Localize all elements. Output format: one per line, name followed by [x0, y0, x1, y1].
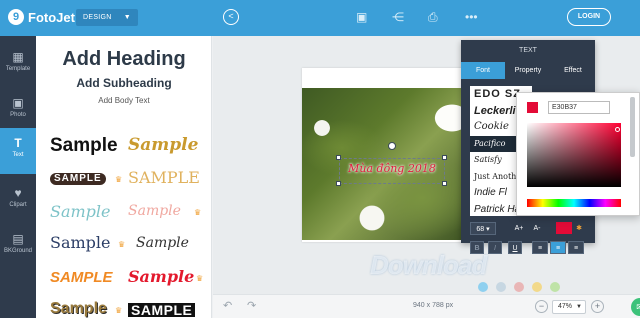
more-icon[interactable]: •••: [465, 10, 478, 24]
tab-effect[interactable]: Effect: [551, 62, 595, 79]
bold-button[interactable]: B: [470, 241, 484, 254]
sidebar-item-background[interactable]: ▤ BKGround: [0, 224, 36, 270]
save-icon[interactable]: ▣: [356, 10, 367, 24]
logo-mark-icon: 9: [8, 9, 24, 25]
top-bar: 9 FotoJet DESIGN ▼ < ▣ ⋲ ⎙ ••• LOGIN: [0, 0, 640, 36]
sample-style-6[interactable]: Sample: [128, 204, 181, 218]
sample-style-7[interactable]: Sample: [50, 235, 111, 251]
align-left-icon[interactable]: ≡: [532, 241, 548, 254]
undo-icon[interactable]: ↶: [223, 299, 232, 312]
resize-handle[interactable]: [442, 181, 447, 186]
back-arrow-icon[interactable]: <: [223, 9, 239, 25]
chevron-down-icon: ▼: [576, 304, 582, 310]
fotojet-logo[interactable]: 9 FotoJet: [8, 9, 75, 25]
template-icon: ▦: [12, 50, 24, 64]
panel-scrollbar[interactable]: [630, 97, 635, 157]
left-sidebar: ▦ Template ▣ Photo T Text ♥ Clipart ▤ BK…: [0, 36, 36, 318]
premium-crown-icon: ♛: [118, 240, 126, 249]
sample-style-2[interactable]: Sample: [128, 137, 198, 154]
design-dropdown[interactable]: DESIGN ▼: [76, 9, 138, 26]
font-size-select[interactable]: 68 ▾: [470, 222, 496, 235]
help-chat-icon[interactable]: ✉: [631, 298, 640, 316]
watermark-dot: [496, 282, 506, 292]
saturation-cursor[interactable]: [615, 127, 620, 132]
redo-icon[interactable]: ↷: [247, 299, 256, 312]
resize-handle[interactable]: [336, 155, 341, 160]
zoom-value: 47%: [558, 303, 573, 310]
saturation-field[interactable]: [527, 123, 621, 187]
sample-style-1[interactable]: Sample: [50, 136, 118, 155]
add-body-text[interactable]: Add Body Text: [36, 96, 211, 105]
watermark-dot: [478, 282, 488, 292]
sidebar-item-label: Text: [12, 152, 24, 158]
download-watermark: Download: [370, 250, 487, 280]
background-icon: ▤: [12, 232, 24, 246]
color-picker: E30B37: [516, 92, 640, 216]
watermark-dot: [514, 282, 524, 292]
clipart-icon: ♥: [14, 186, 22, 200]
italic-button[interactable]: I: [488, 241, 502, 254]
resize-handle[interactable]: [336, 181, 341, 186]
palette-icon[interactable]: ✱: [574, 222, 584, 235]
zoom-in-icon[interactable]: +: [591, 300, 604, 313]
align-center-icon[interactable]: ≡: [550, 241, 566, 254]
premium-crown-icon: ♛: [196, 274, 204, 283]
sample-style-10[interactable]: Sample: [128, 269, 194, 285]
sample-style-11[interactable]: Sample: [50, 301, 107, 317]
text-panel: Add Heading Add Subheading Add Body Text…: [36, 36, 212, 318]
sidebar-item-text[interactable]: T Text: [0, 128, 36, 174]
font-size-value: 68: [476, 226, 485, 233]
current-color-swatch: [527, 102, 538, 113]
sample-style-4[interactable]: SAMPLE: [128, 170, 200, 186]
logo-text: FotoJet: [28, 9, 75, 25]
underline-button[interactable]: U: [508, 241, 522, 254]
sidebar-item-template[interactable]: ▦ Template: [0, 42, 36, 88]
sidebar-item-label: BKGround: [3, 248, 33, 254]
premium-crown-icon: ♛: [115, 306, 123, 315]
align-right-icon[interactable]: ≡: [568, 241, 584, 254]
premium-crown-icon: ♛: [194, 208, 202, 217]
hue-slider[interactable]: [527, 199, 621, 207]
photo-icon: ▣: [12, 96, 24, 110]
canvas-dimensions: 940 x 788 px: [413, 302, 454, 309]
print-icon[interactable]: ⎙: [428, 10, 438, 24]
sidebar-item-label: Template: [5, 66, 31, 72]
add-subheading[interactable]: Add Subheading: [36, 76, 211, 90]
sidebar-item-label: Photo: [10, 112, 26, 118]
add-heading[interactable]: Add Heading: [36, 48, 211, 71]
chevron-down-icon: ▼: [123, 14, 131, 21]
share-icon[interactable]: ⋲: [392, 10, 404, 24]
watermark-dot: [532, 282, 542, 292]
resize-handle[interactable]: [442, 155, 447, 160]
sample-style-5[interactable]: Sample: [50, 204, 111, 220]
tab-font[interactable]: Font: [461, 62, 505, 79]
sample-style-3[interactable]: SAMPLE: [50, 173, 106, 185]
premium-crown-icon: ♛: [115, 175, 123, 184]
sidebar-item-clipart[interactable]: ♥ Clipart: [0, 178, 36, 224]
design-dropdown-label: DESIGN: [83, 14, 112, 21]
zoom-out-icon[interactable]: −: [535, 300, 548, 313]
login-button[interactable]: LOGIN: [567, 8, 611, 26]
sidebar-item-label: Clipart: [9, 202, 27, 208]
sample-style-12[interactable]: SAMPLE: [128, 303, 196, 317]
rotate-handle-icon[interactable]: [388, 142, 396, 150]
sample-style-8[interactable]: Sample: [136, 236, 189, 250]
size-down-button[interactable]: A-: [530, 222, 544, 235]
tab-property[interactable]: Property: [506, 62, 550, 79]
size-up-button[interactable]: A+: [512, 222, 526, 235]
text-panel-title: TEXT: [519, 47, 537, 54]
zoom-select[interactable]: 47% ▼: [552, 300, 586, 314]
canvas-text[interactable]: Mùa đông 2018: [339, 162, 445, 175]
bottom-bar: ↶ ↷ 940 x 788 px − 47% ▼ + ✉: [213, 294, 640, 318]
watermark-dot: [550, 282, 560, 292]
hex-input[interactable]: E30B37: [548, 101, 610, 114]
sample-style-9[interactable]: SAMPLE: [50, 270, 113, 285]
text-icon: T: [14, 136, 22, 150]
text-color-swatch[interactable]: [556, 222, 572, 234]
